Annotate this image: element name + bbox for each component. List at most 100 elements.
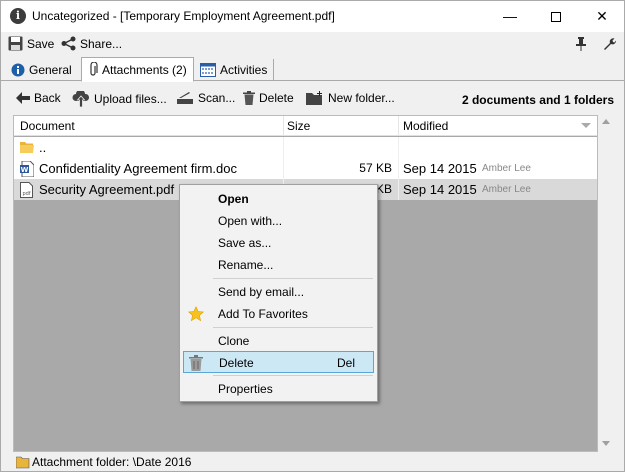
svg-text:pdf: pdf xyxy=(22,191,30,197)
back-button[interactable]: Back xyxy=(16,91,61,105)
item-name: Confidentiality Agreement firm.doc xyxy=(39,161,237,176)
column-divider[interactable] xyxy=(398,116,399,136)
cell-divider xyxy=(398,158,399,179)
menu-item-properties[interactable]: Properties xyxy=(183,378,374,400)
column-divider[interactable] xyxy=(283,116,284,136)
item-size: 57 KB xyxy=(359,161,392,175)
list-header: Document Size Modified xyxy=(14,116,597,136)
list-item[interactable]: W Confidentiality Agreement firm.doc 57 … xyxy=(14,158,597,179)
trash-icon xyxy=(189,355,203,371)
scan-button[interactable]: Scan... xyxy=(176,91,235,105)
pin-icon[interactable] xyxy=(575,37,587,51)
share-label: Share... xyxy=(80,36,123,51)
calendar-icon xyxy=(200,63,216,77)
app-window: i Uncategorized - [Temporary Employment … xyxy=(0,0,625,472)
status-bar: Attachment folder: \Date 2016 xyxy=(1,452,624,471)
save-button[interactable]: Save xyxy=(8,36,54,51)
folder-icon xyxy=(16,456,30,469)
save-label: Save xyxy=(27,36,55,51)
svg-text:W: W xyxy=(21,166,29,174)
item-date: Sep 14 2015 xyxy=(403,182,477,197)
scan-label: Scan... xyxy=(198,91,236,105)
menu-item-label: Open xyxy=(218,192,249,206)
star-icon xyxy=(188,306,204,322)
tab-attachments[interactable]: Attachments (2) xyxy=(81,57,194,82)
wrench-icon[interactable] xyxy=(602,37,616,51)
menu-item-label: Properties xyxy=(218,382,273,396)
menu-item-label: Save as... xyxy=(218,236,272,250)
folder-icon xyxy=(20,142,34,153)
scroll-down-arrow-icon[interactable] xyxy=(602,441,610,446)
cell-divider xyxy=(283,137,284,158)
tab-bar: General Attachments (2) Activities xyxy=(1,57,624,82)
menu-item-label: Clone xyxy=(218,334,250,348)
info-icon: i xyxy=(10,8,26,24)
new-folder-icon xyxy=(306,91,322,105)
menu-item-open[interactable]: Open xyxy=(183,188,374,210)
window-title: Uncategorized - [Temporary Employment Ag… xyxy=(32,9,335,23)
item-author: Amber Lee xyxy=(482,163,531,174)
title-bar: i Uncategorized - [Temporary Employment … xyxy=(1,1,624,32)
vertical-scrollbar[interactable] xyxy=(599,115,613,452)
item-name: .. xyxy=(39,140,47,155)
document-count: 2 documents and 1 folders xyxy=(461,93,614,107)
paperclip-icon xyxy=(90,62,98,76)
menu-item-label: Add To Favorites xyxy=(218,307,308,321)
item-date: Sep 14 2015 xyxy=(403,161,477,176)
back-label: Back xyxy=(34,91,61,105)
list-item[interactable]: .. xyxy=(14,137,597,158)
scroll-up-arrow-icon[interactable] xyxy=(602,119,610,124)
pdf-document-icon: pdf xyxy=(20,182,33,198)
menu-item-label: Send by email... xyxy=(218,285,305,299)
menu-separator xyxy=(213,278,373,279)
floppy-disk-icon xyxy=(8,36,23,51)
info-icon xyxy=(11,63,25,77)
upload-label: Upload files... xyxy=(94,92,167,106)
cell-divider xyxy=(398,179,399,200)
menu-item-rename[interactable]: Rename... xyxy=(183,254,374,276)
menu-item-delete[interactable]: Delete Del xyxy=(183,351,374,373)
minimize-button[interactable]: — xyxy=(487,1,533,32)
attachment-folder-status: Attachment folder: \Date 2016 xyxy=(16,455,191,469)
trash-icon xyxy=(243,91,255,105)
menu-item-add-to-favorites[interactable]: Add To Favorites xyxy=(183,303,374,325)
command-bar: Save Share... xyxy=(1,32,624,57)
new-folder-button[interactable]: New folder... xyxy=(306,91,395,105)
column-header-size[interactable]: Size xyxy=(287,119,310,133)
menu-item-save-as[interactable]: Save as... xyxy=(183,232,374,254)
tab-general-label: General xyxy=(29,63,72,77)
share-icon xyxy=(61,36,76,51)
maximize-icon xyxy=(551,12,561,23)
tab-activities[interactable]: Activities xyxy=(194,59,275,81)
context-menu: Open Open with... Save as... Rename... S… xyxy=(179,184,378,402)
column-header-modified[interactable]: Modified xyxy=(403,119,448,133)
close-button[interactable]: ✕ xyxy=(579,1,625,32)
column-header-document[interactable]: Document xyxy=(20,119,75,133)
attachments-toolbar: Back Upload files... Scan... Delete New … xyxy=(1,82,624,115)
word-document-icon: W xyxy=(20,161,34,177)
menu-item-open-with[interactable]: Open with... xyxy=(183,210,374,232)
maximize-button[interactable] xyxy=(533,1,579,32)
cell-divider xyxy=(398,137,399,158)
upload-cloud-icon xyxy=(72,91,89,107)
tab-attachments-label: Attachments (2) xyxy=(102,62,187,77)
delete-button[interactable]: Delete xyxy=(243,91,294,105)
new-folder-label: New folder... xyxy=(328,91,395,105)
item-name: Security Agreement.pdf xyxy=(39,182,175,197)
tab-general[interactable]: General xyxy=(5,59,78,81)
arrow-left-icon xyxy=(16,92,30,104)
menu-separator xyxy=(213,327,373,328)
item-author: Amber Lee xyxy=(482,184,531,195)
menu-separator xyxy=(213,375,373,376)
sort-dropdown-icon[interactable] xyxy=(581,123,591,128)
share-button[interactable]: Share... xyxy=(61,36,122,51)
scanner-icon xyxy=(177,92,193,104)
menu-item-label: Delete xyxy=(219,356,254,370)
menu-item-label: Open with... xyxy=(218,214,283,228)
tab-activities-label: Activities xyxy=(220,63,268,77)
status-label: Attachment folder: \Date 2016 xyxy=(32,455,192,469)
menu-item-clone[interactable]: Clone xyxy=(183,330,374,352)
menu-item-shortcut: Del xyxy=(337,356,356,370)
upload-files-button[interactable]: Upload files... xyxy=(72,91,167,107)
menu-item-send-by-email[interactable]: Send by email... xyxy=(183,281,374,303)
